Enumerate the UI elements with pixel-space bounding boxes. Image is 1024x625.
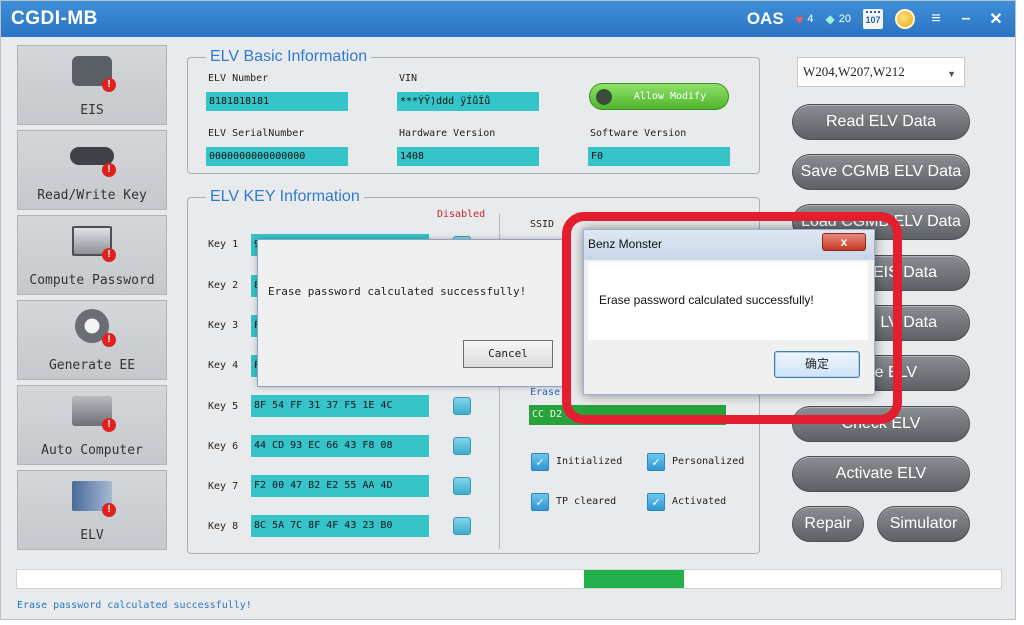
elv-serial-field[interactable]: 0000000000000000 [206,147,348,166]
warning-icon: ! [102,333,116,347]
sidebar-item-label: Generate EE [48,358,136,373]
hardware-version-label: Hardware Version [399,128,496,139]
sidebar-item-label: ELV [80,528,104,543]
cancel-button[interactable]: Cancel [463,340,553,368]
activated-checkbox[interactable]: ✓ [647,493,665,511]
dialog-message: Erase password calculated successfully! [599,293,814,307]
warning-icon: ! [102,503,116,517]
dialog-title: Benz Monster [588,237,663,251]
key-6-disabled-checkbox[interactable] [453,437,471,455]
sidebar: ! EIS ! Read/Write Key ! Compute Passwor… [17,45,167,555]
sidebar-item-elv[interactable]: ! ELV [17,470,167,550]
calendar-icon[interactable]: 107 [863,9,883,29]
warning-icon: ! [102,418,116,432]
key-1-label: Key 1 [208,239,239,250]
sidebar-item-label: Auto Computer [41,443,143,458]
elv-basic-legend: ELV Basic Information [206,48,372,66]
key-2-label: Key 2 [208,280,239,291]
software-version-field[interactable]: F0 [588,147,730,166]
hardware-version-field[interactable]: 1408 [397,147,539,166]
tp-cleared-checkbox[interactable]: ✓ [531,493,549,511]
key-5-disabled-checkbox[interactable] [453,397,471,415]
menu-icon[interactable]: ≡ [927,10,945,28]
key-6-field[interactable]: 44 CD 93 EC 66 43 F8 08 [251,435,429,457]
vin-field[interactable]: ***ÝŸ)ddd ÿÍůÍů [397,92,539,111]
close-icon[interactable]: ✕ [987,9,1005,29]
oas-label[interactable]: OAS [747,9,784,29]
elv-number-field[interactable]: 8181818181 [206,92,348,111]
warning-icon: ! [102,163,116,177]
minimize-icon[interactable]: – [957,10,975,28]
simulator-button[interactable]: Simulator [877,506,970,542]
personalized-checkbox[interactable]: ✓ [647,453,665,471]
warning-icon: ! [102,248,116,262]
dialog-title-bar: Benz Monster x [584,230,874,260]
progress-bar [16,569,1002,589]
key-5-field[interactable]: 8F 54 FF 31 37 F5 1E 4C [251,395,429,417]
software-version-label: Software Version [590,128,687,139]
key-7-disabled-checkbox[interactable] [453,477,471,495]
sidebar-item-eis[interactable]: ! EIS [17,45,167,125]
gems-counter: ◆ 20 [826,12,851,26]
key-5-label: Key 5 [208,401,239,412]
elv-key-legend: ELV KEY Information [206,188,364,206]
led-indicator-icon [596,89,612,105]
tp-cleared-label: TP cleared [556,496,617,507]
key-3-label: Key 3 [208,320,239,331]
model-select[interactable]: W204,W207,W212 ▼ [797,57,965,87]
status-text: Erase password calculated successfully! [17,600,252,611]
disabled-column-label: Disabled [437,209,486,220]
sidebar-item-label: Read/Write Key [37,188,147,203]
app-title: CGDI-MB [11,8,98,29]
title-bar-tools: OAS ♥ 4 ◆ 20 107 ≡ – ✕ [747,7,1005,31]
benz-monster-dialog: Benz Monster x Erase password calculated… [583,229,875,395]
vin-label: VIN [399,73,418,84]
title-bar: CGDI-MB OAS ♥ 4 ◆ 20 107 ≡ – ✕ [1,1,1015,37]
read-elv-data-button[interactable]: Read ELV Data [792,104,970,140]
warning-icon: ! [102,78,116,92]
save-cgmb-elv-data-button[interactable]: Save CGMB ELV Data [792,154,970,190]
initialized-label: Initialized [556,456,623,467]
sidebar-item-auto-computer[interactable]: ! Auto Computer [17,385,167,465]
activate-elv-button[interactable]: Activate ELV [792,456,970,492]
dialog-message: Erase password calculated successfully! [268,285,527,298]
key-4-label: Key 4 [208,360,239,371]
medal-icon[interactable] [895,9,915,29]
ssid-label: SSID [530,219,555,230]
allow-modify-label: Allow Modify [633,91,707,102]
erase-label: Erase [530,387,561,398]
close-icon[interactable]: x [822,233,866,251]
heart-icon: ♥ [795,11,804,27]
key-8-disabled-checkbox[interactable] [453,517,471,535]
key-8-field[interactable]: 8C 5A 7C 8F 4F 43 23 B0 [251,515,429,537]
chevron-down-icon: ▼ [947,69,956,79]
gem-icon: ◆ [825,12,835,26]
key-7-field[interactable]: F2 00 47 B2 E2 55 AA 4D [251,475,429,497]
hearts-counter: ♥ 4 [796,12,814,27]
erase-result-dialog: Erase password calculated successfully! … [257,239,567,387]
sidebar-item-label: EIS [80,103,104,118]
key-7-label: Key 7 [208,481,239,492]
dialog-body: Erase password calculated successfully! [588,262,868,340]
key-6-label: Key 6 [208,441,239,452]
hearts-count: 4 [807,13,814,25]
activated-label: Activated [672,496,727,507]
initialized-checkbox[interactable]: ✓ [531,453,549,471]
gems-count: 20 [838,13,851,25]
elv-number-label: ELV Number [208,73,269,84]
sidebar-item-compute-password[interactable]: ! Compute Password [17,215,167,295]
elv-serial-label: ELV SerialNumber [208,128,305,139]
model-select-value: W204,W207,W212 [803,64,905,79]
ok-button[interactable]: 确定 [774,351,860,378]
main-window: CGDI-MB OAS ♥ 4 ◆ 20 107 ≡ – ✕ ! EIS ! R… [0,0,1016,620]
sidebar-item-read-write-key[interactable]: ! Read/Write Key [17,130,167,210]
personalized-label: Personalized [672,456,745,467]
sidebar-item-label: Compute Password [29,273,155,288]
repair-button[interactable]: Repair [792,506,864,542]
key-8-label: Key 8 [208,521,239,532]
progress-fill [584,570,684,588]
allow-modify-button[interactable]: Allow Modify [589,83,729,110]
sidebar-item-generate-ee[interactable]: ! Generate EE [17,300,167,380]
